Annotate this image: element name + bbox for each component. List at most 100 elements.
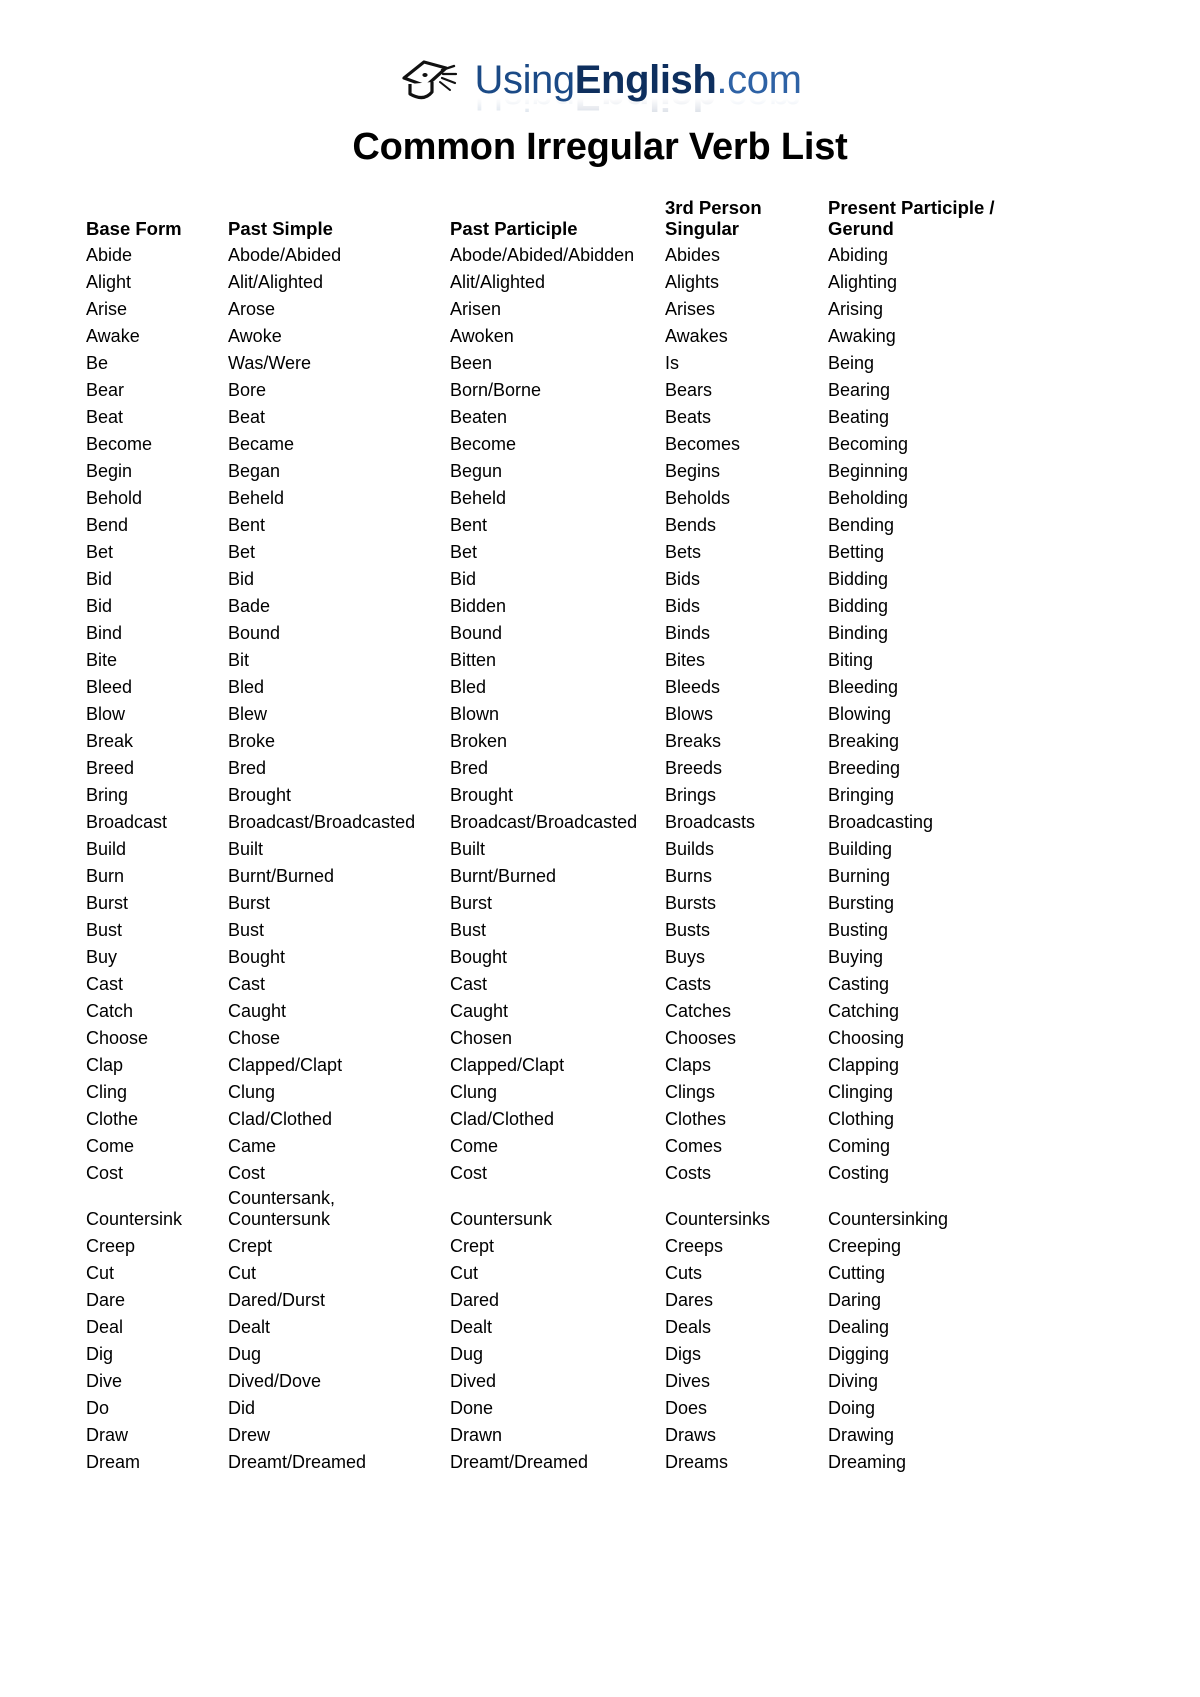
table-cell: Beheld [228,488,285,508]
table-cell: Burn [86,866,125,886]
table-cell: Cut [86,1263,115,1283]
table-cell: Broadcast [86,812,168,832]
table-cell: Busting [828,920,889,940]
table-cell: Broken [450,731,508,751]
table-cell: Building [828,839,893,859]
table-row: Bear Bore Born/Borne Bears Bearing [86,378,1120,405]
table-cell: Bitten [450,650,497,670]
table-cell: Bore [228,380,267,400]
table-row: Catch Caught Caught Catches Catching [86,999,1120,1026]
table-cell: Clapping [828,1055,900,1075]
table-cell: Drawing [828,1425,895,1445]
table-cell: Clapped/Clapt [228,1055,343,1075]
table-cell: Alighting [828,272,898,292]
table-cell: Beheld [450,488,507,508]
table-cell: Bust [228,920,265,940]
table-cell: Draw [86,1425,129,1445]
table-cell: Built [450,839,486,859]
table-cell: Cling [86,1082,128,1102]
table-cell: Clothes [665,1109,727,1129]
table-cell: Clad/Clothed [450,1109,555,1129]
table-cell: Bidding [828,596,889,616]
table-cell: Does [665,1398,708,1418]
table-row: Begin Began Begun Begins Beginning [86,459,1120,486]
column-header-past-participle: Past Participle [450,218,578,239]
table-cell: Dug [228,1344,262,1364]
table-cell: Digs [665,1344,702,1364]
table-row: Draw Drew Drawn Draws Drawing [86,1423,1120,1450]
table-cell: Born/Borne [450,380,542,400]
table-row: Bid Bade Bidden Bids Bidding [86,594,1120,621]
table-cell: Buy [86,947,118,967]
table-cell: Bred [228,758,267,778]
table-cell: Awaking [828,326,896,346]
column-header-past-simple: Past Simple [228,218,333,239]
table-cell: Doing [828,1398,876,1418]
table-row: Broadcast Broadcast/Broadcasted Broadcast/… [86,810,1120,837]
table-header: Base Form Past Simple Past Participle 3r… [86,197,1120,243]
table-cell: Clapped/Clapt [450,1055,565,1075]
table-cell: Bending [828,515,895,535]
usingenglish-logo[interactable]: UsingEnglish.com UsingEnglish.com [398,56,802,118]
table-row: Dare Dared/Durst Dared Dares Daring [86,1288,1120,1315]
table-cell: Cost [450,1163,488,1183]
table-cell: Blow [86,704,126,724]
table-cell: Diving [828,1371,879,1391]
table-cell: Broke [228,731,276,751]
table-cell: Chosen [450,1028,513,1048]
table-cell: Deals [665,1317,712,1337]
table-row: Come Came Come Comes Coming [86,1134,1120,1161]
table-cell: Breaks [665,731,722,751]
table-cell: Bleeds [665,677,721,697]
table-cell: Dive [86,1371,123,1391]
table-cell: Chooses [665,1028,737,1048]
table-cell: Countersinks [665,1209,771,1229]
table-cell: Breeding [828,758,901,778]
verb-table-container: Base Form Past Simple Past Participle 3r… [0,169,1200,1477]
table-cell: Clinging [828,1082,894,1102]
table-cell: Dreamt/Dreamed [450,1452,589,1472]
table-row: Alight Alit/Alighted Alit/Alighted Alights A… [86,270,1120,297]
table-cell: Bite [86,650,118,670]
table-cell: Countersank, Countersunk [228,1188,336,1229]
table-row: Cast Cast Cast Casts Casting [86,972,1120,999]
table-row: Dig Dug Dug Digs Digging [86,1342,1120,1369]
graduation-cap-icon [402,60,458,100]
table-cell: Blowing [828,704,892,724]
page-title: Common Irregular Verb List [352,126,848,168]
table-cell: Awake [86,326,140,346]
table-cell: Dealt [450,1317,493,1337]
table-cell: Broadcast/Broadcasted [228,812,416,832]
table-cell: Abode/Abided [228,245,342,265]
table-cell: Burning [828,866,891,886]
table-cell: Cost [86,1163,124,1183]
table-cell: Buys [665,947,706,967]
table-cell: Awakes [665,326,728,346]
table-cell: Bets [665,542,702,562]
table-cell: Draws [665,1425,717,1445]
table-row: Do Did Done Does Doing [86,1396,1120,1423]
table-cell: Was/Were [228,353,312,373]
table-cell: Beat [228,407,266,427]
table-cell: Bid [86,596,113,616]
table-cell: Bit [228,650,250,670]
table-cell: Abode/Abided/Abidden [450,245,635,265]
table-row: Break Broke Broken Breaks Breaking [86,729,1120,756]
irregular-verb-table: Base Form Past Simple Past Participle 3r… [86,197,1120,1477]
table-cell: Breaking [828,731,900,751]
table-cell: Brought [228,785,292,805]
table-cell: Clothe [86,1109,139,1129]
table-cell: Dives [665,1371,711,1391]
table-cell: Beating [828,407,890,427]
table-cell: Bust [86,920,123,940]
table-row: Build Built Built Builds Building [86,837,1120,864]
table-cell: Buying [828,947,884,967]
table-cell: Be [86,353,109,373]
table-cell: Bade [228,596,271,616]
table-cell: Bring [86,785,129,805]
table-cell: Being [828,353,875,373]
table-cell: Deal [86,1317,124,1337]
table-cell: Bled [450,677,487,697]
table-row: Dive Dived/Dove Dived Dives Diving [86,1369,1120,1396]
table-cell: Abides [665,245,721,265]
